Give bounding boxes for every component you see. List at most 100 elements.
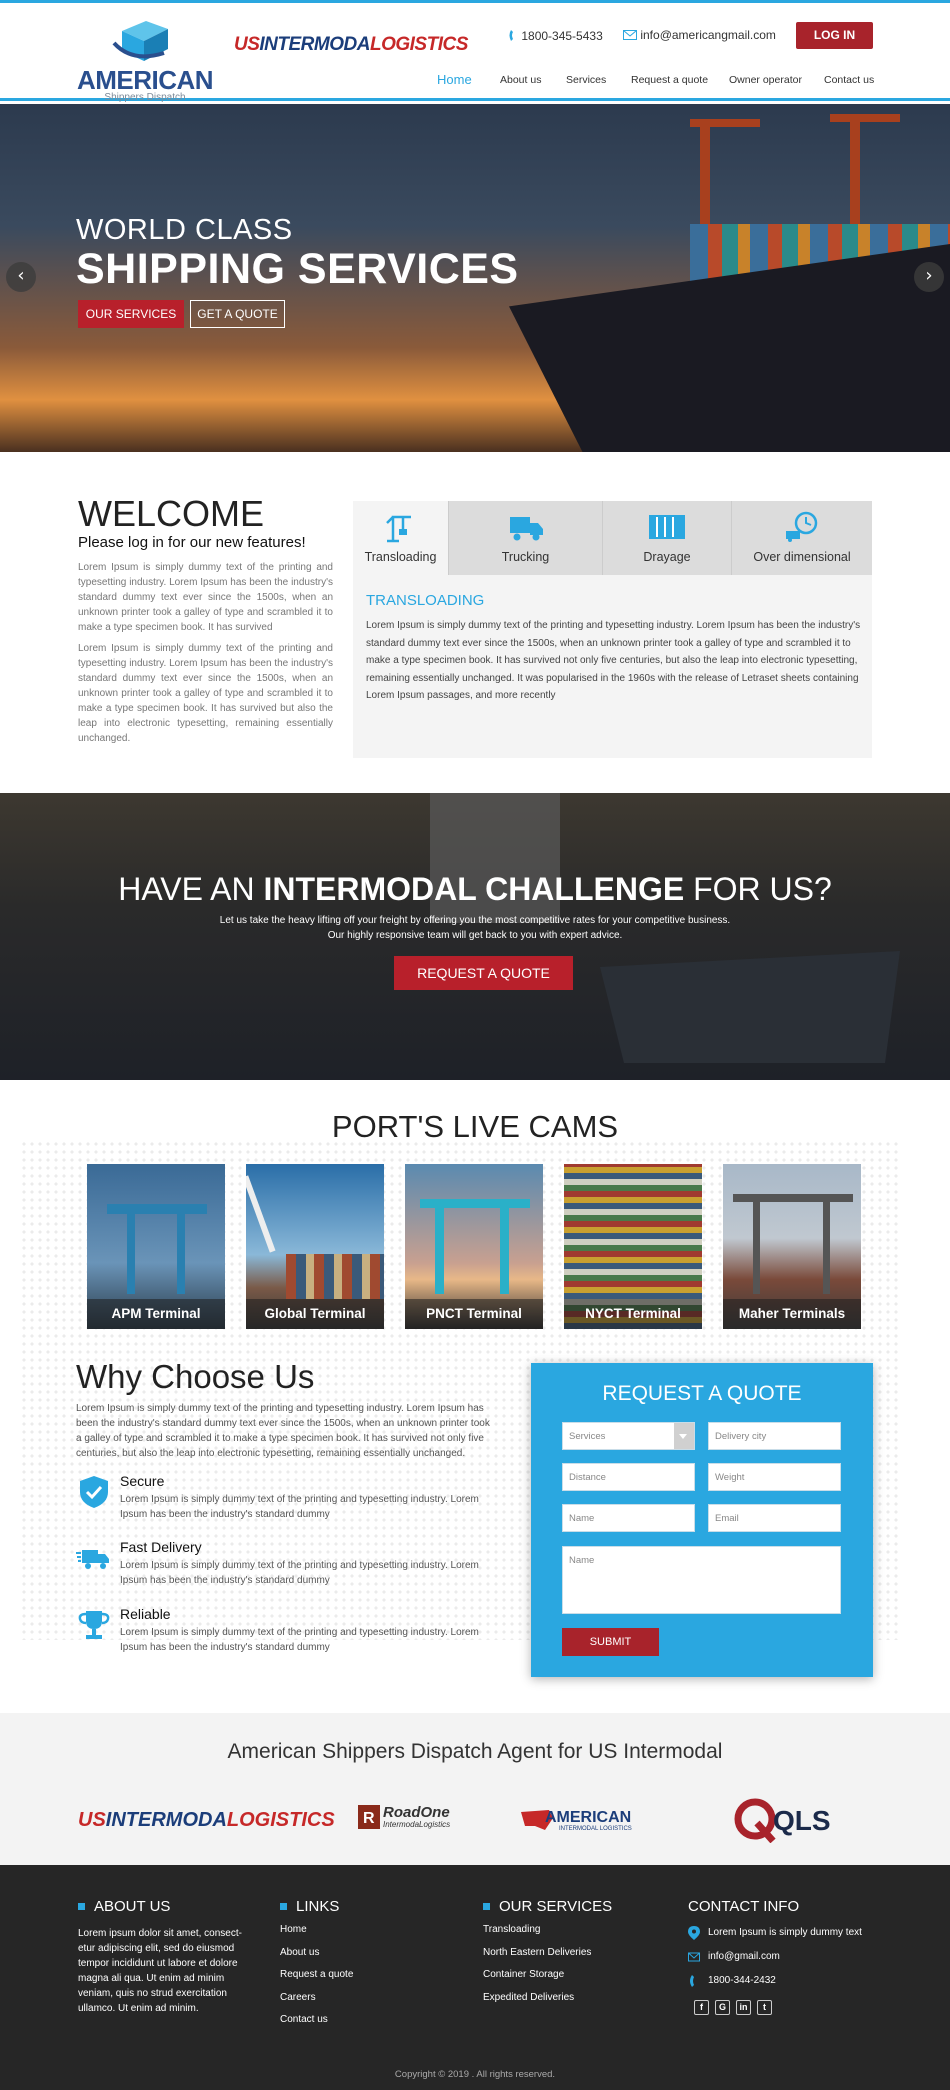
services-select[interactable]: Services — [562, 1422, 695, 1450]
cam-crane — [435, 1199, 444, 1294]
logo-logistics-part: LOGISTICS — [369, 34, 468, 55]
nav-home[interactable]: Home — [437, 73, 472, 86]
chevron-right-icon[interactable]: › — [914, 262, 944, 292]
cam-crane — [127, 1204, 135, 1294]
footer-email-text: info@gmail.com — [708, 1951, 780, 1962]
chevron-left-icon[interactable]: ‹ — [6, 262, 36, 292]
cam-crane — [753, 1194, 760, 1294]
partner-american-intermodal[interactable]: AMERICAN INTERMODAL LOGISTICS — [519, 1806, 659, 1846]
name-input[interactable]: Name — [562, 1504, 695, 1532]
footer-link-contact[interactable]: Contact us — [280, 2015, 353, 2025]
challenge-title-b: INTERMODAL CHALLENGE — [263, 871, 685, 907]
container-icon — [649, 515, 685, 539]
welcome-para-2: Lorem Ipsum is simply dummy text of the … — [78, 643, 333, 744]
tab-row: Transloading Trucking Drayage Over dimen… — [353, 501, 872, 575]
footer-services-title: OUR SERVICES — [483, 1899, 612, 1914]
american-name: AMERICAN — [545, 1809, 632, 1826]
nav-request-quote[interactable]: Request a quote — [631, 75, 708, 86]
feature-text: Lorem Ipsum is simply dummy text of the … — [120, 1560, 479, 1586]
tab-label: Over dimensional — [753, 550, 851, 564]
cam-nyct-terminal[interactable]: NYCT Terminal — [564, 1164, 702, 1329]
port-cams-title: PORT'S LIVE CAMS — [331, 1109, 619, 1144]
login-button[interactable]: LOG IN — [796, 22, 873, 49]
facebook-icon[interactable]: f — [694, 2000, 709, 2015]
partner-roadone[interactable]: R RoadOne IntermodaLogistics — [358, 1803, 458, 1843]
request-quote-button[interactable]: REQUEST A QUOTE — [394, 956, 573, 990]
dropdown-caret-icon — [679, 1434, 687, 1439]
message-textarea[interactable]: Name — [562, 1546, 841, 1614]
us-intermodal-logo[interactable]: USINTERMODALOGISTICS — [234, 35, 468, 54]
nav-owner-operator[interactable]: Owner operator — [729, 75, 802, 86]
challenge-title: HAVE AN INTERMODAL CHALLENGE FOR US? — [0, 873, 950, 905]
footer-service-transloading[interactable]: Transloading — [483, 1925, 612, 1935]
cam-label: NYCT Terminal — [564, 1299, 702, 1329]
footer-service-container-storage[interactable]: Container Storage — [483, 1970, 612, 1980]
partner-qls[interactable]: QLS — [733, 1797, 863, 1843]
cam-maher-terminal[interactable]: Maher Terminals — [723, 1164, 861, 1329]
welcome-title: WELCOME — [78, 493, 265, 534]
partner-intermoda-part: INTERMODA — [105, 1809, 227, 1831]
footer-link-about[interactable]: About us — [280, 1947, 353, 1958]
feature-text: Lorem Ipsum is simply dummy text of the … — [120, 1494, 479, 1520]
partner-us-intermodal[interactable]: USINTERMODALOGISTICS — [78, 1810, 335, 1850]
cam-label: APM Terminal — [87, 1299, 225, 1329]
footer-service-expedited[interactable]: Expedited Deliveries — [483, 1992, 612, 2003]
tab-transloading[interactable]: Transloading — [353, 501, 449, 575]
header-email[interactable]: info@americangmail.com — [623, 29, 776, 41]
cam-apm-terminal[interactable]: APM Terminal — [87, 1164, 225, 1329]
nav-about[interactable]: About us — [500, 75, 541, 86]
feature-title: Reliable — [120, 1606, 171, 1622]
footer-link-request-quote[interactable]: Request a quote — [280, 1970, 353, 1980]
roadone-mark-icon: R — [358, 1805, 380, 1829]
email-input[interactable]: Email — [708, 1504, 841, 1532]
phone-text: 1800-345-5433 — [521, 29, 603, 43]
cam-pnct-terminal[interactable]: PNCT Terminal — [405, 1164, 543, 1329]
partner-us-part: US — [78, 1809, 106, 1831]
tab-drayage[interactable]: Drayage — [603, 501, 732, 575]
cam-crane — [177, 1204, 185, 1294]
our-services-button[interactable]: OUR SERVICES — [78, 300, 184, 328]
logo-intermoda-part: INTERMODA — [259, 34, 370, 55]
tab-trucking[interactable]: Trucking — [449, 501, 603, 575]
services-tabs: Transloading Trucking Drayage Over dimen… — [353, 501, 872, 758]
cam-global-terminal[interactable]: Global Terminal — [246, 1164, 384, 1329]
hero-line2: SHIPPING SERVICES — [76, 245, 519, 293]
site-footer: ABOUT US Lorem ipsum dolor sit amet, con… — [0, 1865, 950, 2090]
weight-input[interactable]: Weight — [708, 1463, 841, 1491]
map-pin-icon — [688, 1926, 700, 1940]
agent-title: American Shippers Dispatch Agent for US … — [227, 1740, 723, 1763]
cam-crane — [823, 1194, 830, 1294]
get-quote-button[interactable]: GET A QUOTE — [190, 300, 285, 328]
footer-contact: CONTACT INFO Lorem Ipsum is simply dummy… — [688, 1899, 862, 2015]
linkedin-icon[interactable]: in — [736, 2000, 751, 2015]
welcome-para-1: Lorem Ipsum is simply dummy text of the … — [78, 562, 333, 633]
nav-contact[interactable]: Contact us — [824, 75, 874, 86]
footer-service-ne-deliveries[interactable]: North Eastern Deliveries — [483, 1947, 612, 1958]
cam-label: PNCT Terminal — [405, 1299, 543, 1329]
footer-link-home[interactable]: Home — [280, 1925, 353, 1935]
submit-button[interactable]: SUBMIT — [562, 1628, 659, 1656]
delivery-city-input[interactable]: Delivery city — [708, 1422, 841, 1450]
quote-title: REQUEST A QUOTE — [602, 1382, 802, 1405]
footer-email[interactable]: info@gmail.com — [688, 1952, 862, 1962]
shield-check-icon — [80, 1476, 108, 1508]
cam-crane — [107, 1204, 207, 1214]
footer-links-title: LINKS — [280, 1899, 353, 1914]
brand-sub: Shippers Dispatch — [104, 92, 186, 103]
tab-over-dimensional[interactable]: Over dimensional — [732, 501, 872, 575]
tab-content-text: Lorem Ipsum is simply dummy text of the … — [366, 620, 861, 701]
footer-address: Lorem Ipsum is simply dummy text — [688, 1926, 862, 1940]
footer-link-careers[interactable]: Careers — [280, 1992, 353, 2003]
distance-input[interactable]: Distance — [562, 1463, 695, 1491]
header-phone[interactable]: 1800-345-5433 — [508, 29, 603, 42]
twitter-icon[interactable]: t — [757, 2000, 772, 2015]
welcome-subtitle: Please log in for our new features! — [78, 534, 306, 551]
google-icon[interactable]: G — [715, 2000, 730, 2015]
footer-phone[interactable]: 1800-344-2432 — [688, 1975, 862, 1987]
request-quote-form: REQUEST A QUOTE Services Delivery city D… — [531, 1363, 873, 1677]
nav-services[interactable]: Services — [566, 75, 606, 86]
footer-about-title: ABOUT US — [78, 1899, 248, 1914]
footer-links: LINKS Home About us Request a quote Care… — [280, 1899, 353, 2038]
hero-crane-arm — [830, 114, 900, 122]
fast-truck-icon — [76, 1550, 109, 1569]
